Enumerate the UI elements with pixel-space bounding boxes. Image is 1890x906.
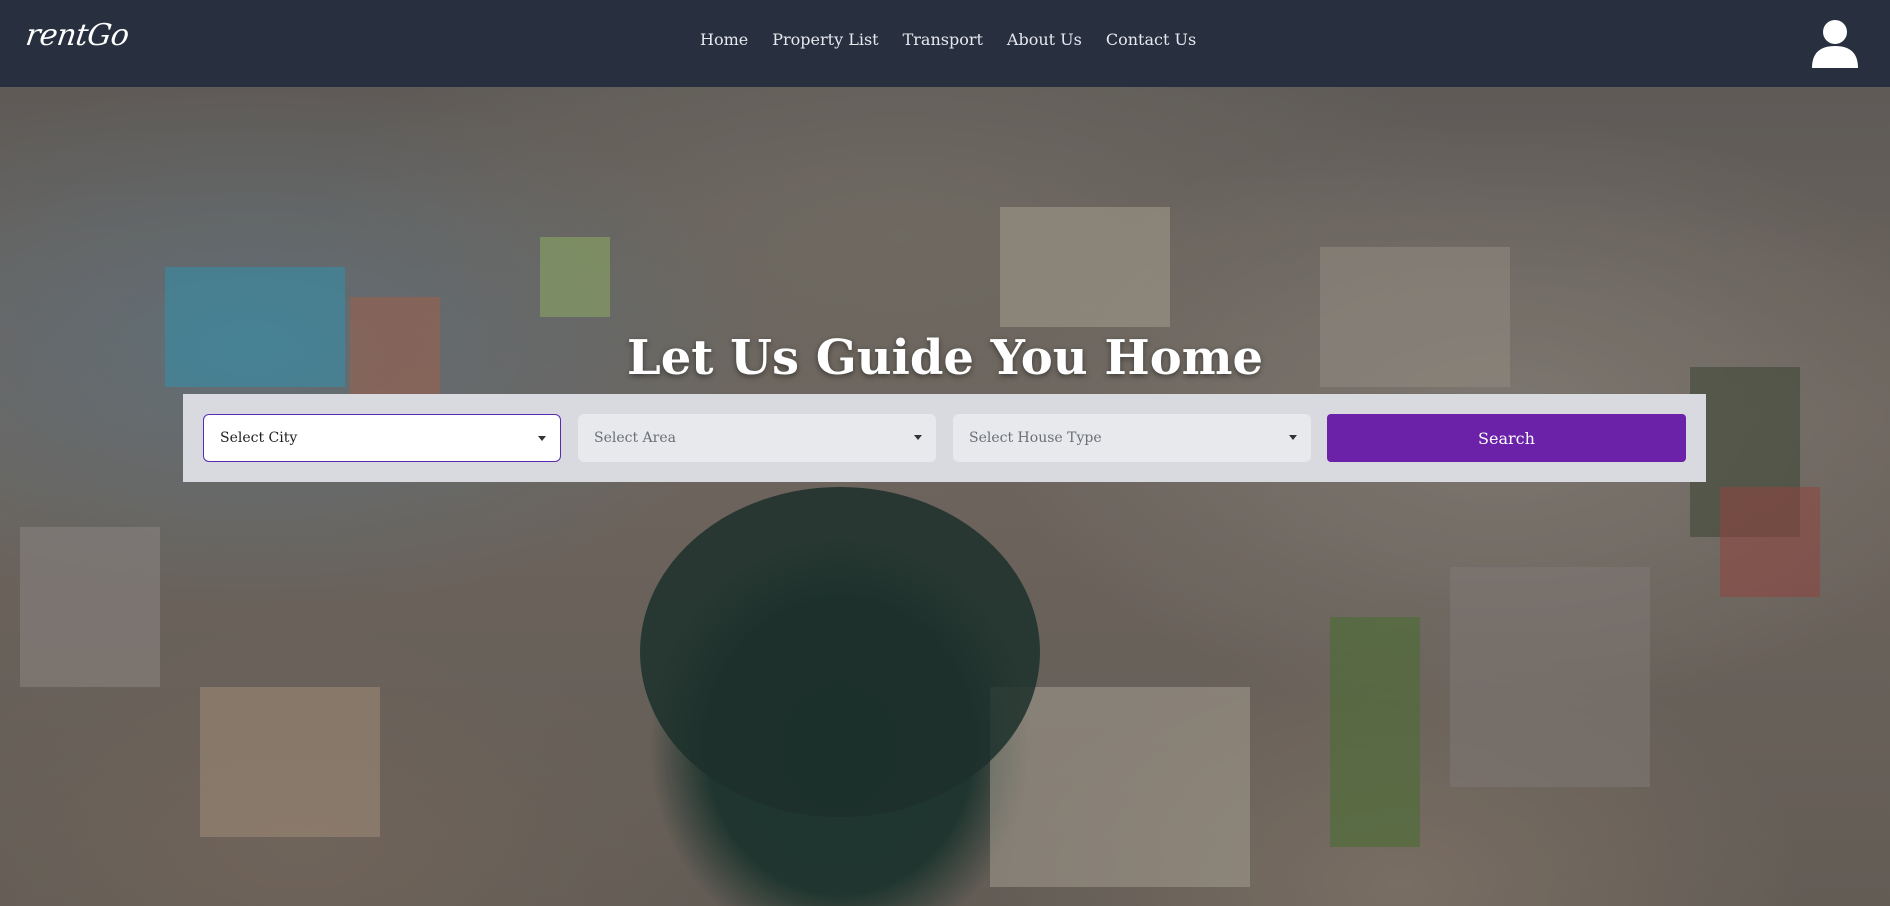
hero-overlay bbox=[0, 87, 1890, 906]
user-avatar-icon[interactable] bbox=[1810, 18, 1860, 70]
select-house-type-dropdown[interactable]: Select House Type bbox=[953, 414, 1311, 462]
select-city-label: Select City bbox=[220, 430, 298, 446]
main-nav: Home Property List Transport About Us Co… bbox=[700, 30, 1220, 49]
chevron-down-icon bbox=[914, 435, 922, 440]
hero-title: Let Us Guide You Home bbox=[626, 330, 1264, 386]
select-house-type-label: Select House Type bbox=[969, 430, 1102, 446]
chevron-down-icon bbox=[538, 436, 546, 441]
nav-item-property-list[interactable]: Property List bbox=[772, 30, 878, 49]
search-panel: Select City Select Area Select House Typ… bbox=[183, 394, 1706, 482]
select-area-label: Select Area bbox=[594, 430, 676, 446]
navbar: rentGo Home Property List Transport Abou… bbox=[0, 0, 1890, 87]
search-button[interactable]: Search bbox=[1327, 414, 1686, 462]
select-area-dropdown[interactable]: Select Area bbox=[578, 414, 936, 462]
select-city-dropdown[interactable]: Select City bbox=[203, 414, 561, 462]
hero-banner bbox=[0, 87, 1890, 906]
nav-item-home[interactable]: Home bbox=[700, 30, 748, 49]
chevron-down-icon bbox=[1289, 435, 1297, 440]
nav-item-about-us[interactable]: About Us bbox=[1007, 30, 1082, 49]
page: rentGo Home Property List Transport Abou… bbox=[0, 0, 1890, 906]
nav-item-contact-us[interactable]: Contact Us bbox=[1106, 30, 1196, 49]
nav-item-transport[interactable]: Transport bbox=[903, 30, 983, 49]
brand-logo[interactable]: rentGo bbox=[24, 18, 131, 53]
